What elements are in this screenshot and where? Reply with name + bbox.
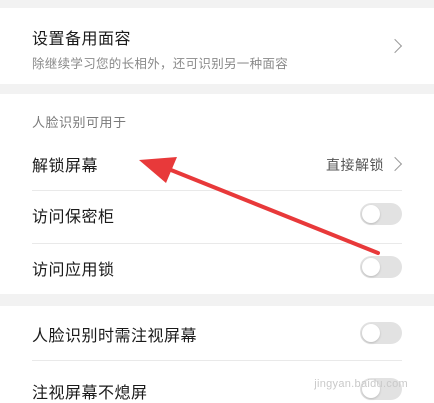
access-app-lock-row: 访问应用锁 bbox=[0, 244, 434, 294]
chevron-right-icon bbox=[387, 38, 403, 54]
backup-face-title: 设置备用面容 bbox=[32, 29, 132, 48]
face-recognition-settings-screen: 设置备用面容 除继续学习您的长相外，还可识别另一种面容 人脸识别可用于 解锁屏幕… bbox=[0, 0, 434, 403]
backup-face-card: 设置备用面容 除继续学习您的长相外，还可识别另一种面容 bbox=[0, 8, 434, 84]
usage-section-label: 人脸识别可用于 bbox=[32, 116, 127, 131]
toggle-knob bbox=[362, 324, 380, 342]
usage-card: 人脸识别可用于 解锁屏幕 直接解锁 访问保密柜 访问应用锁 bbox=[0, 94, 434, 294]
gaze-no-sleep-title: 注视屏幕不熄屏 bbox=[32, 383, 148, 402]
require-gaze-row: 人脸识别时需注视屏幕 bbox=[0, 306, 434, 360]
unlock-screen-row[interactable]: 解锁屏幕 直接解锁 bbox=[0, 138, 434, 190]
chevron-right-icon bbox=[387, 156, 403, 172]
unlock-screen-title: 解锁屏幕 bbox=[32, 156, 99, 175]
backup-face-subtitle: 除继续学习您的长相外，还可识别另一种面容 bbox=[32, 56, 289, 71]
unlock-screen-value: 直接解锁 bbox=[326, 158, 384, 174]
access-safe-title: 访问保密柜 bbox=[32, 207, 115, 226]
toggle-knob bbox=[362, 258, 380, 276]
access-app-lock-toggle[interactable] bbox=[360, 256, 402, 278]
access-safe-row: 访问保密柜 bbox=[0, 191, 434, 243]
backup-face-row[interactable]: 设置备用面容 除继续学习您的长相外，还可识别另一种面容 bbox=[0, 8, 434, 84]
require-gaze-title: 人脸识别时需注视屏幕 bbox=[32, 326, 198, 345]
access-safe-toggle[interactable] bbox=[360, 203, 402, 225]
require-gaze-toggle[interactable] bbox=[360, 322, 402, 344]
toggle-knob bbox=[362, 205, 380, 223]
watermark-text: jingyan.baidu.com bbox=[314, 378, 408, 390]
access-app-lock-title: 访问应用锁 bbox=[32, 260, 115, 279]
